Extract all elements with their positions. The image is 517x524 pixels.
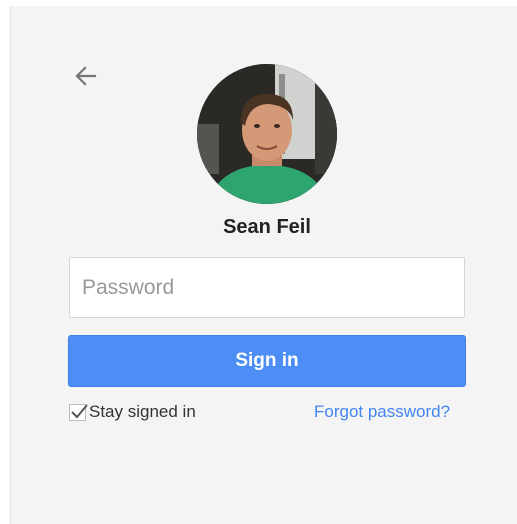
back-button[interactable]: [71, 61, 101, 91]
stay-signed-in-label: Stay signed in: [89, 402, 196, 421]
signin-card: Sean Feil Sign in Stay signed in Forgot …: [10, 6, 517, 524]
arrow-left-icon: [75, 66, 97, 86]
sign-in-button[interactable]: Sign in: [68, 335, 466, 387]
checkbox[interactable]: [69, 403, 88, 421]
password-input[interactable]: [69, 257, 465, 318]
user-name: Sean Feil: [223, 216, 311, 238]
stay-signed-in-checkbox[interactable]: Stay signed in: [69, 401, 196, 423]
checkmark-icon: [71, 403, 88, 418]
avatar: [197, 64, 337, 204]
forgot-password-link[interactable]: Forgot password?: [314, 402, 450, 422]
user-avatar-photo: [197, 64, 337, 204]
